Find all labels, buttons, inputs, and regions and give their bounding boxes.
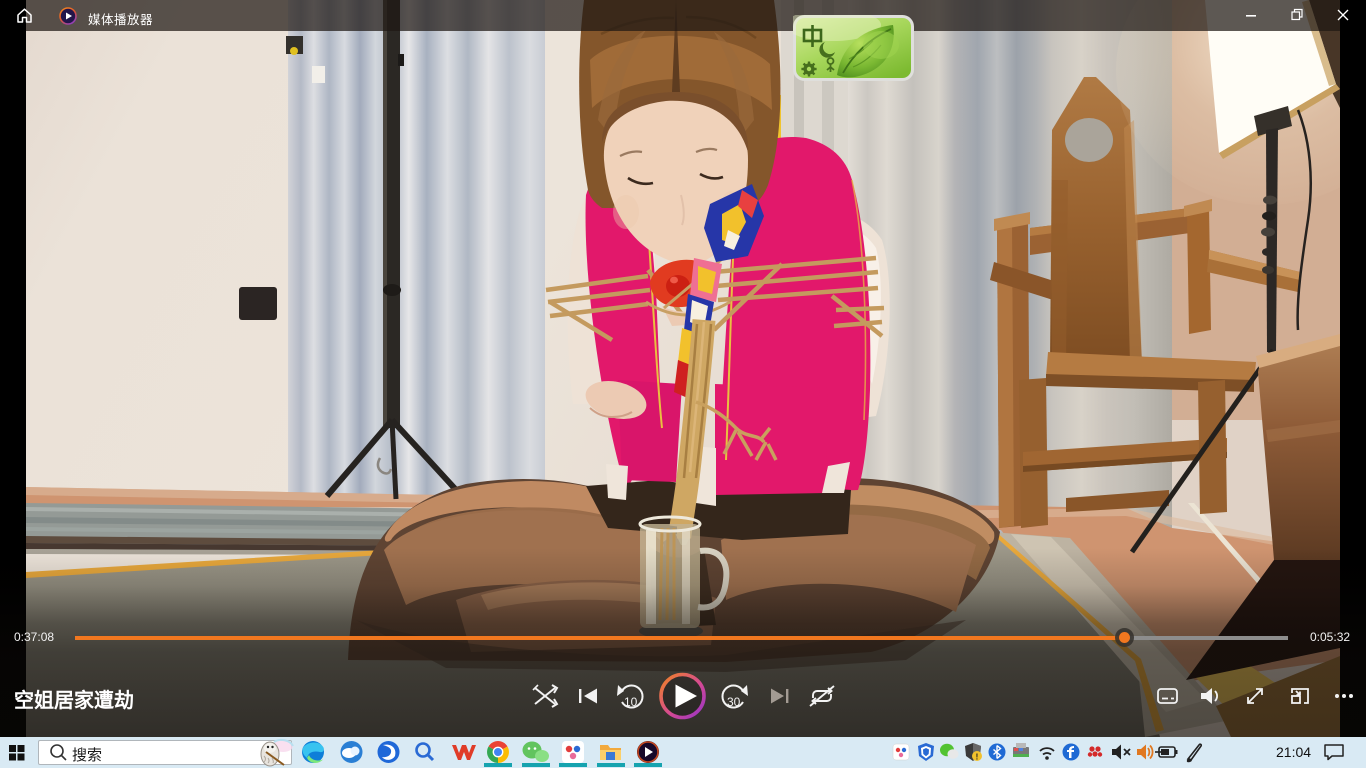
- svg-text:!: !: [976, 752, 979, 761]
- svg-text:10: 10: [624, 695, 638, 709]
- svg-text:30: 30: [727, 695, 741, 709]
